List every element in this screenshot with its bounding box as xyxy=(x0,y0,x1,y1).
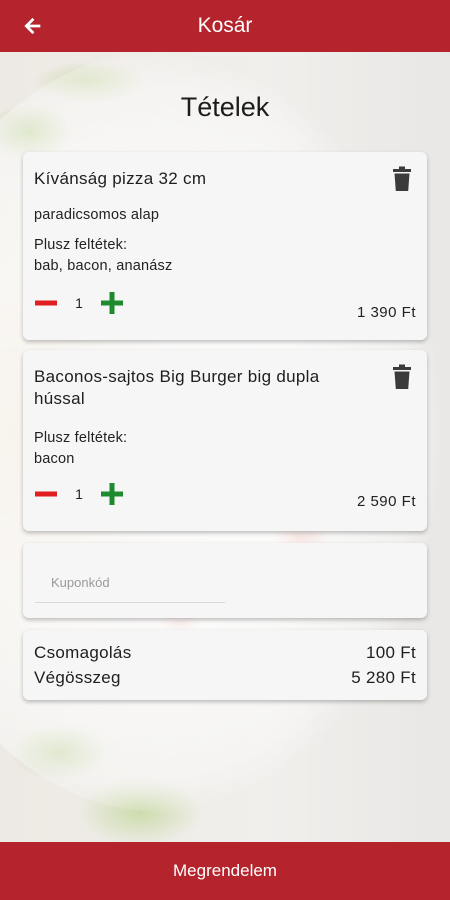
total-row: Végösszeg 5 280 Ft xyxy=(34,668,416,688)
quantity-stepper: 1 xyxy=(34,482,124,506)
quantity-value: 1 xyxy=(75,486,83,502)
decrease-button[interactable] xyxy=(34,291,58,315)
trash-icon xyxy=(393,364,411,389)
minus-icon xyxy=(35,300,57,306)
increase-button[interactable] xyxy=(100,482,124,506)
cart-item: Baconos-sajtos Big Burger big dupla húss… xyxy=(23,350,427,531)
item-name: Kívánság pizza 32 cm xyxy=(34,169,207,188)
cart-item: Kívánság pizza 32 cm paradicsomos alap P… xyxy=(23,152,427,340)
item-price: 2 590 Ft xyxy=(356,493,416,510)
item-extras: bacon xyxy=(34,451,75,467)
item-extras: bab, bacon, ananász xyxy=(34,258,173,274)
packaging-label: Csomagolás xyxy=(34,643,132,662)
coupon-input[interactable] xyxy=(35,563,225,603)
plus-icon xyxy=(101,292,123,314)
packaging-value: 100 Ft xyxy=(366,643,416,662)
plus-icon xyxy=(101,483,123,505)
delete-button[interactable] xyxy=(391,364,413,390)
quantity-stepper: 1 xyxy=(34,291,124,315)
section-title: Tételek xyxy=(180,92,270,122)
quantity-value: 1 xyxy=(75,295,83,311)
arrow-left-icon xyxy=(24,17,41,35)
minus-icon xyxy=(35,491,57,497)
increase-button[interactable] xyxy=(100,291,124,315)
total-label: Végösszeg xyxy=(34,668,121,687)
app-header: Kosár xyxy=(0,0,450,52)
summary-card: Csomagolás 100 Ft Végösszeg 5 280 Ft xyxy=(23,630,427,700)
item-price: 1 390 Ft xyxy=(356,304,416,321)
delete-button[interactable] xyxy=(391,166,413,192)
packaging-row: Csomagolás 100 Ft xyxy=(34,643,416,663)
decrease-button[interactable] xyxy=(34,482,58,506)
item-name: Baconos-sajtos Big Burger big dupla húss… xyxy=(34,367,320,408)
page-title: Kosár xyxy=(197,14,253,37)
total-value: 5 280 Ft xyxy=(351,668,416,687)
back-button[interactable] xyxy=(18,12,48,40)
coupon-card xyxy=(23,543,427,618)
item-extras-label: Plusz feltétek: xyxy=(34,237,128,253)
item-base: paradicsomos alap xyxy=(34,207,160,223)
item-extras-label: Plusz feltétek: xyxy=(34,430,128,446)
trash-icon xyxy=(393,166,411,191)
order-button[interactable]: Megrendelem xyxy=(0,842,450,900)
